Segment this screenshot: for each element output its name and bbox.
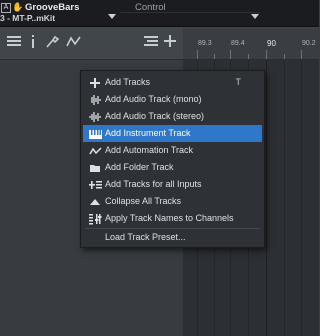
chevron-down-icon[interactable] xyxy=(251,14,259,19)
plus-icon xyxy=(89,76,101,88)
menu-item-label: Add Audio Track (stereo) xyxy=(105,111,205,121)
menu-item-add-tracks[interactable]: Add Tracks T xyxy=(83,74,262,91)
menu-item-load-track-preset[interactable]: Load Track Preset... xyxy=(83,229,262,246)
menu-item-label: Add Tracks for all Inputs xyxy=(105,179,202,189)
tools-icon[interactable] xyxy=(46,35,60,50)
instrument-name[interactable]: 3 - MT-P..mKit xyxy=(0,13,55,23)
grid-line xyxy=(284,60,285,336)
hand-icon[interactable]: ✋ xyxy=(12,2,23,13)
ruler-tick xyxy=(301,50,302,59)
add-icon[interactable] xyxy=(164,35,176,49)
menu-item-add-tracks-all-inputs[interactable]: Add Tracks for all Inputs xyxy=(83,176,262,193)
waveform-icon xyxy=(89,110,101,122)
automation-icon xyxy=(89,144,102,156)
ruler-label: 90 xyxy=(267,39,276,48)
collapse-icon xyxy=(89,195,101,207)
menu-item-apply-track-names[interactable]: Apply Track Names to Channels xyxy=(83,210,262,227)
ruler-label: 90.2 xyxy=(302,40,316,47)
menu-item-label: Add Tracks xyxy=(105,77,151,87)
add-track-context-menu: Add Tracks T Add Audio Track (mono) Add … xyxy=(80,70,265,248)
menu-item-add-audio-stereo[interactable]: Add Audio Track (stereo) xyxy=(83,108,262,125)
add-inputs-icon xyxy=(89,178,102,190)
grid-line xyxy=(301,60,302,336)
menu-item-label: Add Audio Track (mono) xyxy=(105,94,202,104)
menu-item-label: Add Automation Track xyxy=(105,145,194,155)
ruler-label: 89.3 xyxy=(198,40,212,47)
menu-item-add-audio-mono[interactable]: Add Audio Track (mono) xyxy=(83,91,262,108)
timeline-ruler[interactable]: 89.3 89.4 90 90.2 xyxy=(183,28,319,59)
grid-line xyxy=(266,60,267,336)
chevron-down-icon[interactable] xyxy=(108,14,116,19)
ruler-tick xyxy=(214,54,215,59)
keyboard-icon xyxy=(89,127,102,139)
list-icon[interactable] xyxy=(7,35,21,49)
menu-item-label: Apply Track Names to Channels xyxy=(105,213,234,223)
ruler-tick xyxy=(248,54,249,59)
channels-icon xyxy=(89,212,102,225)
menu-item-label: Add Folder Track xyxy=(105,162,174,172)
folder-icon xyxy=(89,161,101,173)
menu-item-shortcut: T xyxy=(235,77,242,87)
automation-icon[interactable] xyxy=(66,35,82,50)
menu-item-label: Load Track Preset... xyxy=(105,232,186,242)
menu-item-add-instrument-track[interactable]: Add Instrument Track xyxy=(83,125,262,142)
title-bar: A ✋ GrooveBars Control 3 - MT-P..mKit xyxy=(0,0,319,27)
menu-item-add-automation-track[interactable]: Add Automation Track xyxy=(83,142,262,159)
menu-item-label: Collapse All Tracks xyxy=(105,196,182,206)
track-list-icon[interactable] xyxy=(144,35,158,49)
ruler-label: 89.4 xyxy=(231,40,245,47)
waveform-icon xyxy=(89,93,101,105)
ruler-tick xyxy=(266,50,267,59)
ruler-tick xyxy=(284,54,285,59)
menu-item-add-folder-track[interactable]: Add Folder Track xyxy=(83,159,262,176)
track-a-box[interactable]: A xyxy=(1,3,11,13)
app-title: GrooveBars xyxy=(25,2,80,13)
menu-item-collapse-all-tracks[interactable]: Collapse All Tracks xyxy=(83,193,262,210)
ruler-tick xyxy=(230,50,231,59)
menu-item-label: Add Instrument Track xyxy=(105,128,191,138)
ruler-tick xyxy=(197,50,198,59)
inspector-icon[interactable] xyxy=(30,35,36,50)
